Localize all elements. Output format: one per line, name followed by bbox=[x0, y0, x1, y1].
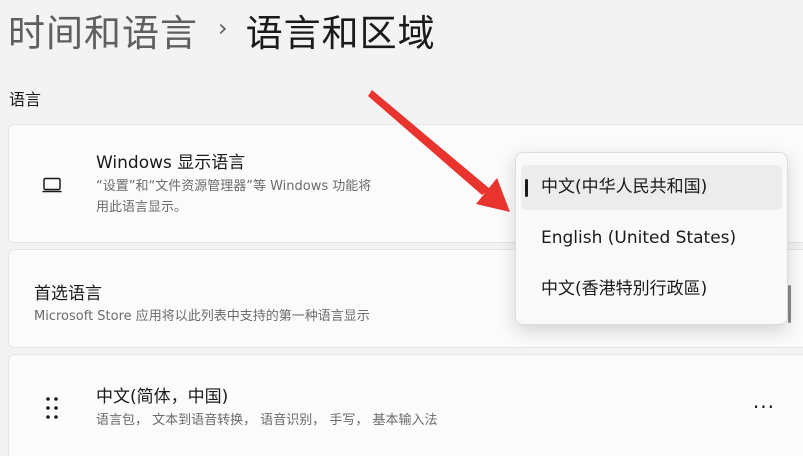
section-heading-language: 语言 bbox=[9, 90, 42, 109]
display-language-desc-line1: “设置”和“文件资源管理器”等 Windows 功能将 bbox=[96, 179, 372, 194]
drag-grip-icon[interactable] bbox=[44, 395, 60, 421]
dropdown-button-edge[interactable] bbox=[788, 285, 791, 323]
language-item-features: 语言包， 文本到语音转换， 语音识别， 手写， 基本输入法 bbox=[96, 413, 438, 428]
monitor-icon bbox=[42, 177, 62, 193]
page-title: 语言和区域 bbox=[245, 12, 436, 55]
selected-indicator bbox=[525, 179, 528, 197]
display-language-dropdown[interactable]: 中文(中华人民共和国) English (United States) 中文(香… bbox=[515, 152, 788, 325]
preferred-language-title: 首选语言 bbox=[34, 284, 102, 304]
dropdown-option-label: 中文(中华人民共和国) bbox=[541, 177, 708, 197]
dropdown-option-label: 中文(香港特別行政區) bbox=[541, 279, 708, 299]
dropdown-option-zh-hk[interactable]: 中文(香港特別行政區) bbox=[521, 267, 782, 312]
breadcrumb-separator-icon: › bbox=[218, 14, 228, 42]
preferred-language-description: Microsoft Store 应用将以此列表中支持的第一种语言显示 bbox=[34, 309, 370, 324]
display-language-description: “设置”和“文件资源管理器”等 Windows 功能将 用此语言显示。 bbox=[96, 176, 371, 218]
dropdown-option-en-us[interactable]: English (United States) bbox=[521, 216, 782, 261]
display-language-title: Windows 显示语言 bbox=[96, 153, 246, 173]
breadcrumb: 时间和语言 › 语言和区域 bbox=[8, 2, 436, 58]
language-item-title: 中文(简体，中国) bbox=[96, 387, 229, 407]
dropdown-option-label: English (United States) bbox=[541, 228, 737, 248]
dropdown-option-zh-cn[interactable]: 中文(中华人民共和国) bbox=[521, 165, 782, 210]
breadcrumb-parent-link[interactable]: 时间和语言 bbox=[8, 3, 198, 57]
language-list-item-zh-cn[interactable]: 中文(简体，中国) 语言包， 文本到语音转换， 语音识别， 手写， 基本输入法 … bbox=[8, 354, 803, 456]
display-language-desc-line2: 用此语言显示。 bbox=[96, 200, 188, 215]
more-options-icon[interactable]: ··· bbox=[753, 395, 775, 419]
